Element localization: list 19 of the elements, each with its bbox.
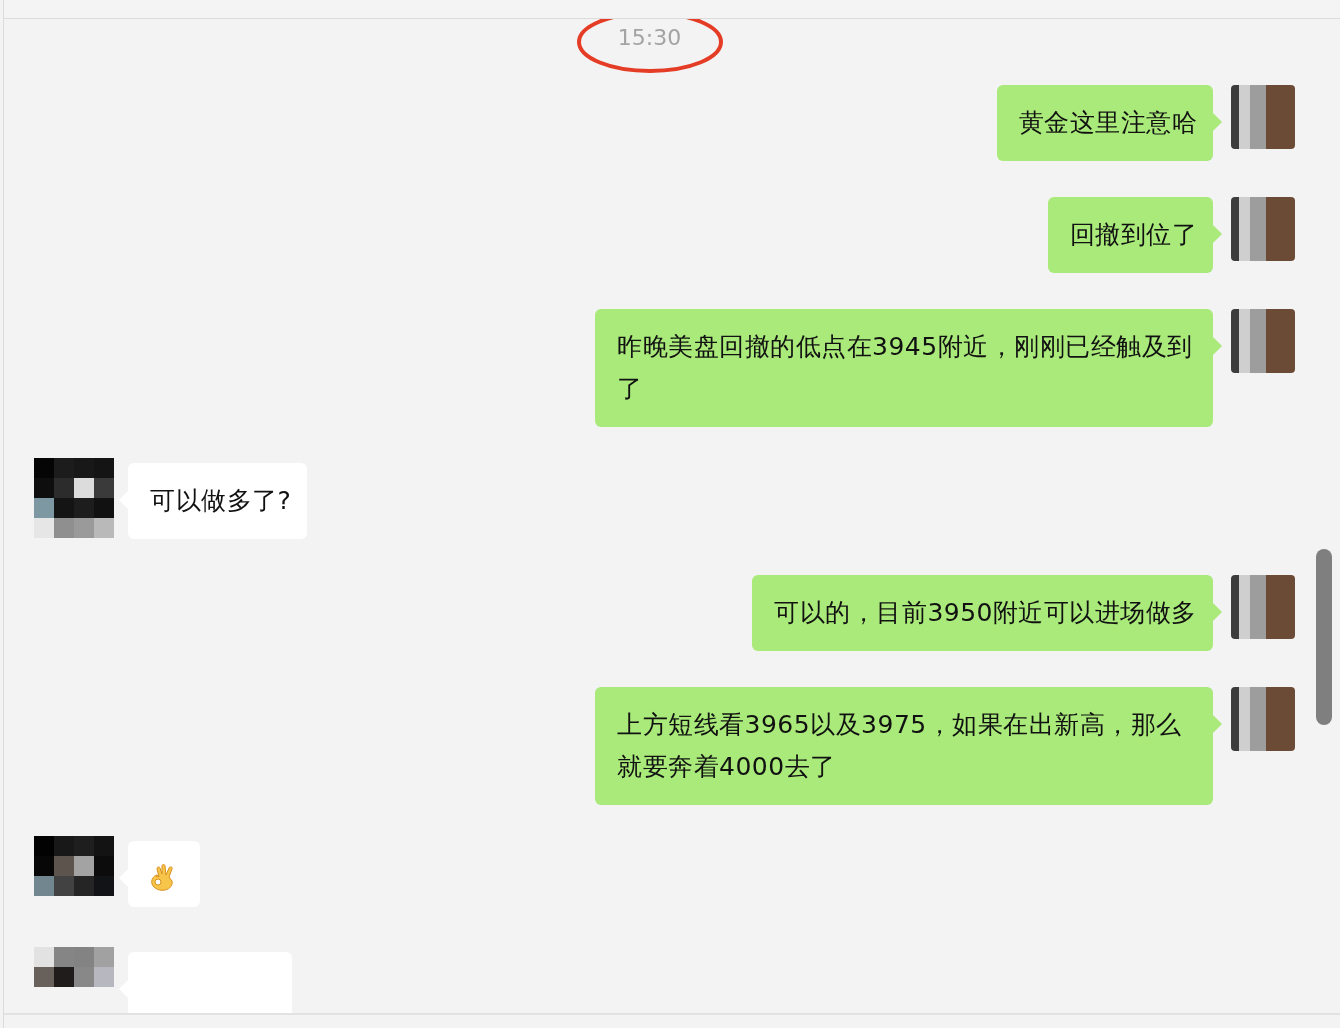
bubble-tail (1213, 603, 1222, 621)
photo-placeholder[interactable] (1231, 309, 1295, 373)
message-bubble: 回撤到位了 (1047, 197, 1213, 273)
message-bubble: 黄金这里注意哈 (996, 85, 1213, 161)
bubble-tail (1213, 715, 1222, 733)
message-bubble: 可以的，目前3950附近可以进场做多 (752, 575, 1213, 651)
message-bubble: 可以做多了? (128, 463, 308, 539)
photo-placeholder[interactable] (1231, 85, 1295, 149)
bubble-tail (1213, 337, 1222, 355)
scrollbar-thumb[interactable] (1316, 549, 1332, 725)
message-bubble: 上方短线看3965以及3975，如果在出新高，那么就要奔着4000去了 (595, 687, 1213, 805)
photo-placeholder[interactable] (1231, 197, 1295, 261)
message-bubble: 昨晚美盘回撤的低点在3945附近，刚刚已经触及到了 (595, 309, 1213, 427)
pixelated-avatar[interactable] (34, 458, 114, 538)
message-timestamp: 15:30 (617, 24, 682, 52)
bubble-tail (1213, 225, 1222, 243)
photo-placeholder[interactable] (1231, 575, 1295, 639)
bubble-tail (1213, 113, 1222, 131)
photo-placeholder[interactable] (1231, 687, 1295, 751)
